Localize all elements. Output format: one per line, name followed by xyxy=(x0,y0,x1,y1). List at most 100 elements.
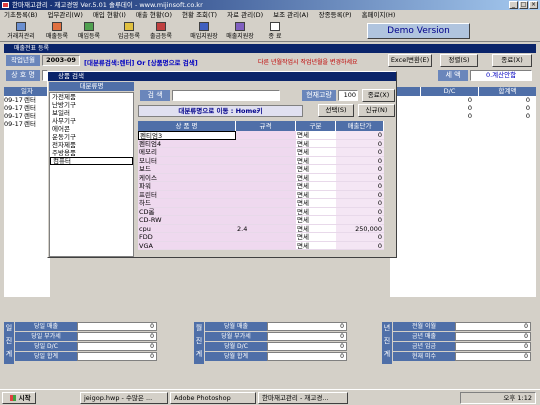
demo-version-label: Demo Version xyxy=(367,23,470,39)
summary-label: 당월 부가세 xyxy=(205,332,267,341)
daily-side-label: 일진계 xyxy=(4,322,14,364)
toolbar-purchase-ledger-button[interactable]: 매입지원장 xyxy=(186,22,222,41)
menu-ledger[interactable]: 장종등록(P) xyxy=(319,10,352,20)
menu-basic[interactable]: 기초등록(B) xyxy=(4,10,37,20)
cell-price: 0 xyxy=(336,216,384,225)
menu-aux[interactable]: 보조 관리(A) xyxy=(273,10,309,20)
toolbar-label: 입금등록 xyxy=(117,33,141,40)
summary-label: 당일 부가세 xyxy=(15,332,77,341)
table-row[interactable]: 00 xyxy=(390,96,536,104)
table-row[interactable]: VGA 면세 0 xyxy=(138,241,393,250)
excel-export-button[interactable]: Excel변환(E) xyxy=(388,54,432,67)
table-row[interactable]: CD-RW 면세 0 xyxy=(138,216,393,225)
search-input[interactable] xyxy=(172,90,280,101)
category-item-selected[interactable]: 컴퓨터 xyxy=(50,157,133,165)
start-button[interactable]: 시작 xyxy=(2,392,36,404)
summary-value: 0 xyxy=(77,322,157,331)
table-row[interactable]: 케이스 면세 0 xyxy=(138,173,393,182)
menu-bar: 기초등록(B) 업무관리(W) 매입 현황(I) 매출 현황(O) 현황 조회(… xyxy=(0,10,540,20)
table-row[interactable]: 프린터 면세 0 xyxy=(138,190,393,199)
toolbar-purchase-button[interactable]: 매입등록 xyxy=(74,22,104,41)
minimize-button[interactable]: _ xyxy=(509,1,518,9)
summary-value: 0 xyxy=(77,332,157,341)
clock[interactable]: 오후 1:12 xyxy=(503,394,532,402)
sales-grid-left: 일자 09-17 렌터 09-17 렌터 09-17 렌터 09-17 렌터 xyxy=(4,87,50,297)
category-item[interactable]: 운동기구 xyxy=(50,133,133,141)
toolbar-exit-button[interactable]: 종 료 xyxy=(262,22,288,41)
customer-label: 상 호 명 xyxy=(6,70,40,81)
toolbar-deposit-button[interactable]: 입금등록 xyxy=(114,22,144,41)
category-item[interactable]: 전자제품 xyxy=(50,141,133,149)
taskbar: 시작 jeigop.hwp - 수많은 ... Adobe Photoshop … xyxy=(0,389,540,405)
table-row[interactable]: cpu 2.4 면세 250,000 xyxy=(138,224,393,233)
exit-icon xyxy=(270,22,280,31)
task-hwp[interactable]: jeigop.hwp - 수많은 ... xyxy=(80,392,168,404)
summary-label: 당월 D/C xyxy=(205,342,267,351)
category-item[interactable]: 보일러 xyxy=(50,109,133,117)
category-items[interactable]: 가전제품 난방기구 보일러 사무기구 에어콘 운동기구 전자제품 주방용품 컴퓨… xyxy=(49,92,134,257)
table-row[interactable]: 보드 면세 0 xyxy=(138,165,393,174)
select-button[interactable]: 선택(S) xyxy=(318,104,354,117)
window-titlebar[interactable]: 한마재고관리 - 재고경영 Ver.5.01 솔루데이 - www.mijins… xyxy=(0,0,540,10)
new-button[interactable]: 신규(N) xyxy=(358,104,395,117)
table-row[interactable]: 펜티엄4 면세 0 xyxy=(138,139,393,148)
toolbar-sales-ledger-button[interactable]: 매출지원장 xyxy=(222,22,258,41)
table-row[interactable]: 09-17 렌터 xyxy=(4,120,50,128)
table-row[interactable]: 09-17 렌터 xyxy=(4,112,50,120)
table-row[interactable]: 09-17 렌터 xyxy=(4,96,50,104)
cell-spec xyxy=(236,182,296,191)
close-button[interactable]: × xyxy=(529,1,538,9)
system-tray: 오후 1:12 xyxy=(460,392,536,404)
toolbar-withdraw-button[interactable]: 출금등록 xyxy=(146,22,176,41)
menu-data[interactable]: 자료 관리(D) xyxy=(227,10,263,20)
cell-product-name: CD-RW xyxy=(138,216,236,225)
category-item[interactable]: 에어콘 xyxy=(50,125,133,133)
category-item[interactable]: 가전제품 xyxy=(50,93,133,101)
dialog-title[interactable]: 상품 검색 xyxy=(48,72,396,81)
column-spec[interactable]: 규격 xyxy=(236,121,296,131)
summary-value: 0 xyxy=(267,332,347,341)
column-price[interactable]: 매출단가 xyxy=(336,121,384,131)
cell-price: 0 xyxy=(336,139,384,148)
toolbar-customers-button[interactable]: 거래처관리 xyxy=(2,22,40,41)
toolbar-sales-button[interactable]: 매출등록 xyxy=(42,22,72,41)
table-row[interactable]: 메모리 면세 0 xyxy=(138,148,393,157)
cell-price: 0 xyxy=(336,156,384,165)
mdi-window-title[interactable]: 매출전표 등록 xyxy=(4,44,536,53)
dialog-close-button[interactable]: 종료(X) xyxy=(362,89,395,102)
sort-button[interactable]: 정렬(S) xyxy=(440,54,478,67)
cell-spec xyxy=(236,190,296,199)
table-row[interactable]: 09-17 렌터 xyxy=(4,104,50,112)
cell-price: 250,000 xyxy=(336,224,384,233)
menu-purchase-status[interactable]: 매입 현황(I) xyxy=(93,10,126,20)
category-item[interactable]: 주방용품 xyxy=(50,149,133,157)
cell-price: 0 xyxy=(336,207,384,216)
table-row[interactable]: 00 xyxy=(390,112,536,120)
table-row[interactable]: 00 xyxy=(390,104,536,112)
tax-field[interactable]: 0.계산안함 xyxy=(470,70,532,81)
table-row[interactable]: 모니터 면세 0 xyxy=(138,156,393,165)
menu-homepage[interactable]: 홈페이지(H) xyxy=(362,10,396,20)
table-row[interactable]: 파워 면세 0 xyxy=(138,182,393,191)
task-photoshop[interactable]: Adobe Photoshop xyxy=(170,392,256,404)
summary-value: 0 xyxy=(455,342,531,351)
table-row[interactable]: CD롬 면세 0 xyxy=(138,207,393,216)
summary-value: 0 xyxy=(455,352,531,361)
column-product-name[interactable]: 상 품 명 xyxy=(138,121,236,131)
stock-field[interactable]: 100 xyxy=(338,90,358,101)
cell-price: 0 xyxy=(336,165,384,174)
table-row[interactable]: 펜티엄3 면세 0 xyxy=(138,131,393,140)
menu-work[interactable]: 업무관리(W) xyxy=(47,10,82,20)
table-row[interactable]: 하드 면세 0 xyxy=(138,199,393,208)
summary-label: 당일 합계 xyxy=(15,352,77,361)
work-month-field[interactable]: 2003-09 xyxy=(42,55,80,66)
column-type[interactable]: 구분 xyxy=(296,121,336,131)
category-item[interactable]: 난방기구 xyxy=(50,101,133,109)
menu-inquiry[interactable]: 현황 조회(T) xyxy=(182,10,217,20)
category-item[interactable]: 사무기구 xyxy=(50,117,133,125)
task-inventory-app[interactable]: 한마재고관리 - 재고경... xyxy=(258,392,348,404)
close-form-button[interactable]: 종료(X) xyxy=(492,54,532,67)
maximize-button[interactable]: □ xyxy=(519,1,528,9)
menu-sales-status[interactable]: 매출 현황(O) xyxy=(136,10,172,20)
table-row[interactable]: FDD 면세 0 xyxy=(138,233,393,242)
